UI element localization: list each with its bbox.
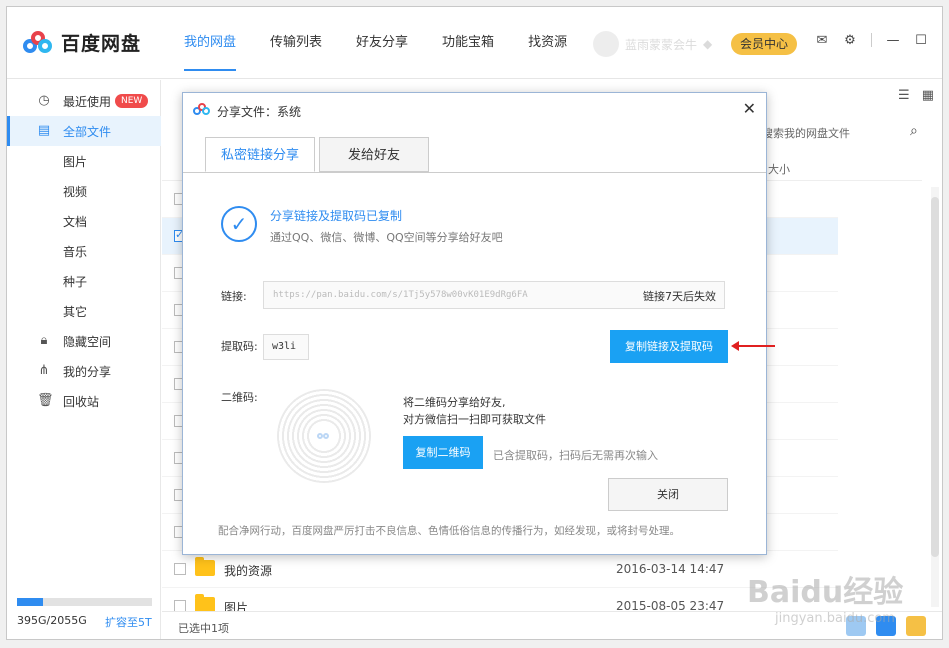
- sidebar-item-recent[interactable]: ◷ 最近使用 NEW: [7, 86, 161, 116]
- extraction-code-field[interactable]: w3li: [263, 334, 309, 360]
- folder-icon: [195, 557, 215, 576]
- sidebar-item-label: 隐藏空间: [63, 334, 112, 349]
- qr-note: 已含提取码，扫码后无需再次输入: [493, 449, 658, 462]
- dialog-footer-note: 配合净网行动，百度网盘严厉打击不良信息、色情低俗信息的传播行为，如经发现，或将封…: [218, 525, 680, 537]
- quota-text: 395G/2055G: [17, 614, 87, 627]
- window-controls: ✉ ⚙ — ☐ ✕: [815, 33, 943, 48]
- link-expire-text[interactable]: 链接7天后失效: [643, 288, 716, 304]
- search-input[interactable]: 搜索我的网盘文件: [762, 125, 850, 141]
- avatar[interactable]: [593, 31, 619, 57]
- trash-icon: 🗑︎: [37, 393, 54, 408]
- code-label: 提取码:: [221, 340, 258, 353]
- gear-icon[interactable]: ⚙: [843, 33, 857, 48]
- share-link-url[interactable]: https://pan.baidu.com/s/1Tj5y578w00vK01E…: [273, 290, 633, 300]
- nav-my-netdisk[interactable]: 我的网盘: [167, 7, 253, 79]
- table-row[interactable]: 我的资源 2016-03-14 14:47: [162, 551, 838, 588]
- username[interactable]: 蓝雨蒙蒙会牛: [625, 36, 697, 53]
- vip-diamond-icon: ◆: [703, 37, 713, 51]
- top-bar: 百度网盘 我的网盘 传输列表 好友分享 功能宝箱 找资源 蓝雨蒙蒙会牛 ◆ 会员…: [7, 7, 942, 79]
- nav-transfer-list[interactable]: 传输列表: [253, 7, 339, 79]
- sidebar-item-label: 图片: [63, 154, 88, 169]
- upgrade-icon[interactable]: [906, 616, 926, 636]
- success-subtitle: 通过QQ、微信、微博、QQ空间等分享给好友吧: [270, 231, 503, 244]
- sidebar-item-label: 最近使用: [63, 94, 112, 109]
- qr-label: 二维码:: [221, 391, 258, 404]
- maximize-icon[interactable]: ☐: [914, 33, 928, 48]
- baidu-netdisk-logo-icon: [193, 103, 211, 117]
- sidebar: ◷ 最近使用 NEW ▤ 全部文件 图片 视频 文档 音乐 种子 其它 🔒︎ 隐…: [7, 80, 161, 639]
- app-logo: 百度网盘: [23, 29, 141, 56]
- nav-friend-share[interactable]: 好友分享: [339, 7, 425, 79]
- tab-send-to-friend[interactable]: 发给好友: [319, 137, 429, 172]
- selection-status: 已选中1项: [178, 622, 229, 635]
- quota-bar: [17, 598, 152, 606]
- copy-qr-button[interactable]: 复制二维码: [403, 436, 483, 469]
- nav-toolbox[interactable]: 功能宝箱: [425, 7, 511, 79]
- sidebar-item-label: 视频: [63, 184, 88, 199]
- search-icon[interactable]: ⌕: [910, 123, 918, 139]
- sidebar-item-label: 我的分享: [63, 364, 112, 379]
- share-icon: ⋔: [38, 363, 50, 378]
- clock-icon: ◷: [38, 93, 50, 108]
- file-name[interactable]: 我的资源: [224, 562, 272, 579]
- sort-icon[interactable]: ☰: [898, 88, 910, 103]
- sidebar-item-my-shares[interactable]: ⋔ 我的分享: [7, 356, 161, 386]
- expand-storage-link[interactable]: 扩容至5T: [105, 614, 152, 630]
- qr-instruction-2: 对方微信扫一扫即可获取文件: [403, 413, 546, 426]
- quota-fill: [17, 598, 43, 606]
- close-icon[interactable]: ✕: [743, 99, 756, 118]
- vip-center-button[interactable]: 会员中心: [731, 33, 797, 55]
- success-title: 分享链接及提取码已复制: [270, 209, 403, 223]
- sidebar-item-music[interactable]: 音乐: [7, 236, 161, 266]
- sidebar-item-label: 全部文件: [63, 124, 112, 139]
- sidebar-item-videos[interactable]: 视频: [7, 176, 161, 206]
- new-badge: NEW: [115, 94, 149, 108]
- copy-link-and-code-button[interactable]: 复制链接及提取码: [610, 330, 728, 363]
- sidebar-item-label: 其它: [63, 304, 88, 319]
- check-circle-icon: ✓: [221, 206, 257, 242]
- share-tabs: 私密链接分享 发给好友: [205, 137, 433, 172]
- tab-private-link[interactable]: 私密链接分享: [205, 137, 315, 172]
- qr-instruction-1: 将二维码分享给好友,: [403, 396, 506, 409]
- close-icon[interactable]: ✕: [942, 33, 943, 47]
- annotation-arrow: [731, 341, 775, 351]
- document-icon: ▤: [37, 123, 51, 138]
- baidu-netdisk-logo-icon: [23, 30, 53, 55]
- share-dialog: 分享文件：系统 ✕ 私密链接分享 发给好友 ✓ 分享链接及提取码已复制 通过QQ…: [182, 92, 775, 555]
- sidebar-item-label: 音乐: [63, 244, 88, 259]
- main-nav: 我的网盘 传输列表 好友分享 功能宝箱 找资源: [167, 7, 584, 79]
- row-checkbox[interactable]: [174, 563, 186, 575]
- dialog-title: 分享文件：系统: [217, 105, 302, 119]
- sidebar-item-documents[interactable]: 文档: [7, 206, 161, 236]
- qr-center-logo-icon: [317, 431, 331, 441]
- divider: [871, 33, 872, 47]
- close-button[interactable]: 关闭: [608, 478, 728, 511]
- sidebar-item-label: 文档: [63, 214, 88, 229]
- lock-icon: 🔒︎: [40, 333, 48, 348]
- sidebar-item-torrents[interactable]: 种子: [7, 266, 161, 296]
- sidebar-item-others[interactable]: 其它: [7, 296, 161, 326]
- app-name: 百度网盘: [61, 33, 142, 55]
- watermark-logo: Baidu经验: [747, 575, 904, 610]
- mail-icon[interactable]: ✉: [815, 33, 829, 48]
- dialog-header: 分享文件：系统 ✕: [183, 93, 766, 127]
- share-link-field[interactable]: https://pan.baidu.com/s/1Tj5y578w00vK01E…: [263, 281, 725, 309]
- sidebar-item-recycle-bin[interactable]: 🗑︎ 回收站: [7, 386, 161, 416]
- sidebar-item-label: 回收站: [63, 394, 100, 409]
- sidebar-item-label: 种子: [63, 274, 88, 289]
- user-area[interactable]: 蓝雨蒙蒙会牛 ◆: [593, 31, 712, 57]
- view-controls: ☰ ▦: [898, 88, 934, 103]
- link-label: 链接:: [221, 290, 247, 303]
- sidebar-item-all-files[interactable]: ▤ 全部文件: [7, 116, 161, 146]
- grid-view-icon[interactable]: ▦: [922, 88, 934, 103]
- file-date: 2016-03-14 14:47: [616, 562, 725, 576]
- scroll-thumb[interactable]: [931, 197, 939, 557]
- minimize-icon[interactable]: —: [886, 33, 900, 48]
- sidebar-item-hidden-space[interactable]: 🔒︎ 隐藏空间: [7, 326, 161, 356]
- sidebar-item-images[interactable]: 图片: [7, 146, 161, 176]
- watermark-url: jingyan.baidu.com: [775, 611, 895, 626]
- nav-find-resources[interactable]: 找资源: [511, 7, 584, 79]
- column-size-header[interactable]: 大小: [768, 161, 790, 177]
- scrollbar[interactable]: [931, 187, 939, 607]
